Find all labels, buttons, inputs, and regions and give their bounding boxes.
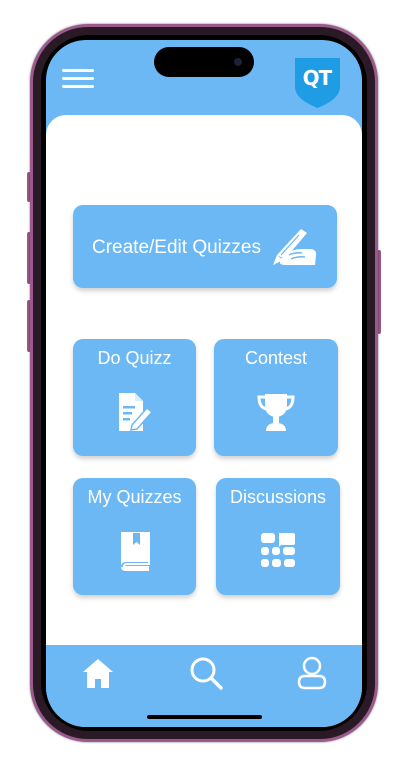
app-logo: QT (294, 57, 342, 109)
trophy-icon (257, 394, 295, 431)
do-quizz-button[interactable]: Do Quizz (73, 339, 196, 456)
home-indicator[interactable] (147, 715, 262, 719)
bottom-navigation (46, 645, 362, 727)
my-quizzes-label: My Quizzes (87, 487, 182, 507)
discussions-label: Discussions (229, 487, 327, 507)
document-edit-icon (118, 393, 153, 431)
create-edit-quizzes-label: Create/Edit Quizzes (92, 237, 261, 258)
create-edit-quizzes-button[interactable]: Create/Edit Quizzes (73, 205, 337, 288)
search-icon (190, 657, 223, 690)
home-icon (83, 659, 113, 688)
discussions-button[interactable]: Discussions (216, 478, 340, 595)
book-icon (120, 532, 150, 571)
nav-search-button[interactable] (188, 655, 224, 691)
do-quizz-label: Do Quizz (97, 348, 172, 368)
user-icon (297, 656, 327, 690)
dynamic-island (154, 47, 254, 77)
hand-writing-icon (273, 229, 317, 265)
nav-profile-button[interactable] (294, 655, 330, 691)
hamburger-menu-icon[interactable] (62, 68, 94, 90)
phone-screen: QT Create/Edit Quizzes Do Quizz Contest … (46, 40, 362, 727)
main-content: Create/Edit Quizzes Do Quizz Contest My … (46, 115, 362, 675)
discussion-grid-icon (261, 533, 295, 567)
logo-text: QT (302, 66, 333, 90)
contest-button[interactable]: Contest (214, 339, 338, 456)
contest-label: Contest (244, 348, 308, 368)
my-quizzes-button[interactable]: My Quizzes (73, 478, 196, 595)
nav-home-button[interactable] (80, 655, 116, 691)
camera-icon (234, 58, 242, 66)
